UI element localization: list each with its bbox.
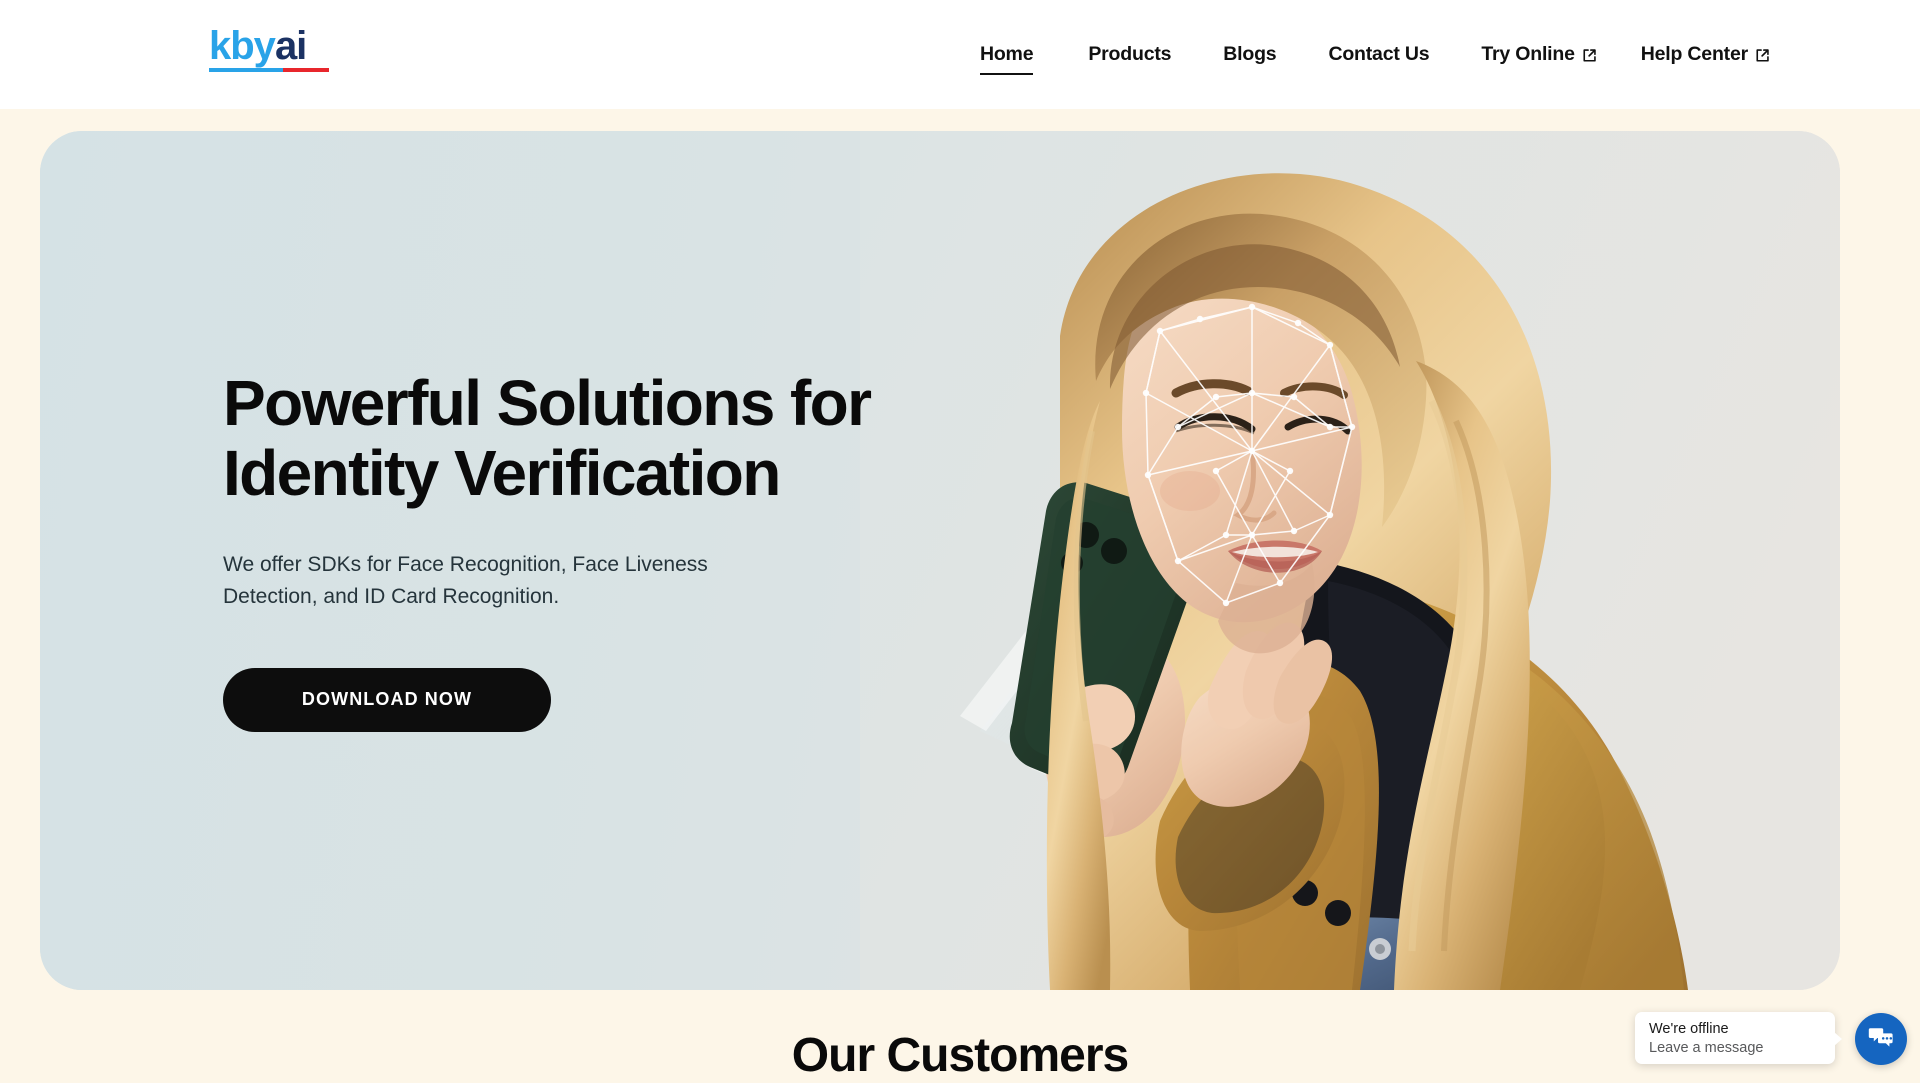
nav-label-home: Home	[979, 43, 1034, 65]
logo-underline-blue	[209, 68, 284, 72]
logo-kbyai[interactable]: kbyai	[209, 24, 329, 74]
chat-status-title: We're offline	[1649, 1021, 1729, 1037]
nav-label-help-center: Help Center	[1640, 43, 1748, 65]
hero-title: Powerful Solutions for Identity Verifica…	[223, 367, 1023, 509]
external-link-icon	[1582, 46, 1597, 62]
hero-title-line-1: Powerful Solutions for	[223, 367, 872, 439]
hero-section: Powerful Solutions for Identity Verifica…	[40, 131, 1840, 990]
nav-item-blogs[interactable]: Blogs	[1223, 37, 1276, 72]
logo-text-ai: ai	[274, 24, 307, 68]
nav-label-products: Products	[1088, 43, 1172, 65]
nav-label-blogs: Blogs	[1223, 43, 1277, 65]
chat-status-subtitle: Leave a message	[1649, 1040, 1764, 1056]
main-navigation: Home Products Blogs Contact Us Try Onlin…	[979, 0, 1920, 109]
nav-item-products[interactable]: Products	[1088, 37, 1171, 72]
hero-subtitle: We offer SDKs for Face Recognition, Face…	[223, 552, 708, 609]
chat-bubbles-icon	[1867, 1023, 1895, 1056]
customers-title: Our Customers	[791, 1029, 1129, 1082]
nav-label-try-online: Try Online	[1481, 43, 1575, 65]
customers-section: Our Customers	[0, 990, 1920, 1082]
nav-label-contact-us: Contact Us	[1328, 43, 1430, 65]
nav-item-contact-us[interactable]: Contact Us	[1328, 37, 1429, 72]
site-header: kbyai Home Products Blogs Contact Us Try…	[0, 0, 1920, 109]
logo-text-kby: kby	[209, 24, 276, 68]
hero-title-line-2: Identity Verification	[223, 436, 781, 509]
nav-item-help-center[interactable]: Help Center	[1641, 37, 1770, 72]
download-now-button[interactable]: DOWNLOAD NOW	[223, 667, 551, 732]
nav-item-try-online[interactable]: Try Online	[1481, 37, 1596, 72]
chat-status-bubble[interactable]: We're offline Leave a message	[1635, 1012, 1842, 1064]
hero-content: Powerful Solutions for Identity Verifica…	[223, 367, 1023, 732]
chat-launcher-button[interactable]	[1855, 1013, 1907, 1065]
external-link-icon	[1755, 46, 1770, 62]
logo-underline-red	[283, 68, 329, 72]
nav-item-home[interactable]: Home	[979, 37, 1034, 75]
